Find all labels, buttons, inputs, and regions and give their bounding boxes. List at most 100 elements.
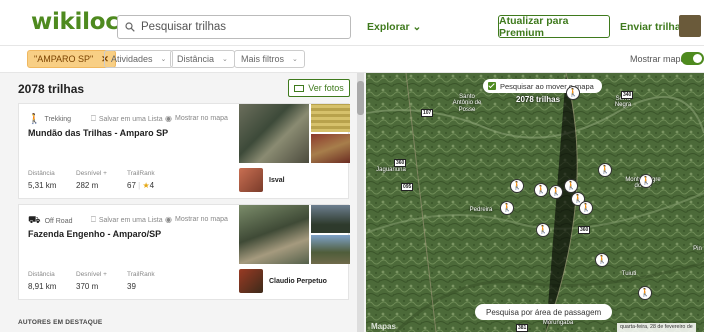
stat-value: 370 m [76, 282, 99, 291]
stat-value: 8,91 km [28, 282, 57, 291]
search-placeholder: Pesquisar trilhas [141, 21, 227, 33]
stat-value: 67 [127, 181, 136, 190]
road-number: 360 [578, 226, 591, 234]
view-photos-label: Ver fotos [308, 83, 344, 93]
activity-type-label: Trekking [44, 116, 72, 123]
explore-menu[interactable]: Explorar ⌄ [367, 21, 421, 33]
distance-filter[interactable]: Distância ⌄ [170, 50, 235, 68]
trail-photo[interactable] [311, 235, 350, 264]
elevation-stat: Desnível + 370 m [76, 271, 107, 291]
author[interactable]: Claudio Perpetuo [239, 269, 327, 293]
author-avatar [239, 269, 263, 293]
road-number: 340 [621, 91, 634, 99]
trail-photos[interactable] [239, 104, 350, 163]
trail-marker[interactable]: 🚶 [549, 185, 563, 199]
terrain-map[interactable] [366, 73, 704, 332]
area-search-button[interactable]: Pesquisa por área de passagem [475, 304, 613, 320]
activity-type: 🚶 Trekking [28, 114, 71, 125]
place-label: Jaguariúna [376, 167, 406, 173]
save-to-list-button[interactable]: ⎕ Salvar em uma Lista [91, 215, 163, 225]
author-name: Isval [269, 176, 285, 184]
trail-title[interactable]: Mundão das Trilhas - Amparo SP [28, 128, 168, 138]
place-label: Santo Antônio de Posse [452, 94, 482, 113]
search-on-move-label: Pesquisar ao mover o mapa [500, 81, 594, 91]
trail-photos[interactable] [239, 205, 350, 264]
trail-marker[interactable]: 🚶 [595, 253, 609, 267]
map-trail-count: 2078 trilhas [516, 95, 561, 104]
offroad-icon: ⛟ [28, 215, 41, 226]
distance-stat: Distância 8,91 km [28, 271, 56, 291]
stat-label: Distância [28, 170, 55, 177]
activities-filter[interactable]: Atividades ⌄ [104, 50, 174, 68]
stat-value: 5,31 km [28, 181, 57, 190]
trail-card[interactable]: ⛟ Off Road ⎕ Salvar em uma Lista ◉ Mostrar … [18, 204, 350, 300]
author[interactable]: Isval [239, 168, 285, 192]
trail-marker[interactable]: 🚶 [638, 286, 652, 300]
distance-filter-label: Distância [177, 54, 215, 64]
trail-marker[interactable]: 🚶 [639, 174, 653, 188]
list-scrollbar[interactable] [357, 73, 364, 332]
stat-label: TrailRank [127, 170, 155, 177]
trailrank-stat: TrailRank 39 [127, 271, 155, 291]
trail-marker[interactable]: 🚶 [534, 183, 548, 197]
save-to-list-button[interactable]: ⎕ Salvar em uma Lista [91, 114, 163, 124]
eye-icon: ◉ [165, 114, 172, 123]
more-filters[interactable]: Mais filtros ⌄ [234, 50, 305, 68]
stat-label: Desnível + [76, 170, 107, 177]
stat-value: 282 m [76, 181, 99, 190]
send-trails-link[interactable]: Enviar trilhas [620, 21, 687, 33]
view-photos-button[interactable]: Ver fotos [288, 79, 350, 97]
show-on-map-button[interactable]: ◉ Mostrar no mapa [165, 215, 228, 224]
rating-value: 4 [149, 181, 155, 190]
trail-marker[interactable]: 🚶 [500, 201, 514, 215]
eye-icon: ◉ [165, 215, 172, 224]
user-avatar[interactable] [679, 15, 701, 37]
show-on-map-button[interactable]: ◉ Mostrar no mapa [165, 114, 228, 123]
trail-photo[interactable] [311, 134, 350, 163]
map-date: quarta-feira, 28 de fevereiro de [617, 323, 696, 332]
search-input[interactable]: Pesquisar trilhas [117, 15, 351, 39]
premium-button[interactable]: Atualizar para Premium [498, 15, 610, 39]
stat-label: Desnível + [76, 271, 107, 278]
road-number: 381 [516, 324, 529, 332]
featured-authors-heading: AUTORES EM DESTAQUE [18, 319, 103, 326]
trail-count: 2078 trilhas [18, 82, 85, 96]
distance-stat: Distância 5,31 km [28, 170, 56, 190]
search-on-move-toggle[interactable]: Pesquisar ao mover o mapa [483, 79, 602, 93]
wikiloc-logo[interactable]: wikiloc [31, 9, 119, 35]
activities-filter-label: Atividades [111, 54, 153, 64]
trail-marker[interactable]: 🚶 [566, 86, 580, 100]
bookmark-icon: ⎕ [91, 114, 96, 123]
trail-marker[interactable]: 🚶 [510, 179, 524, 193]
show-map-toggle[interactable] [681, 52, 704, 65]
road-number: 360 [394, 159, 407, 167]
place-label: Tuiuti [621, 271, 637, 277]
trail-photo[interactable] [311, 205, 350, 233]
show-map-label: Mostrar mapa [630, 54, 686, 64]
show-on-map-label: Mostrar no mapa [174, 216, 228, 223]
trail-photo-map[interactable] [239, 104, 309, 163]
save-to-list-label: Salvar em uma Lista [98, 115, 163, 123]
top-header: wikiloc Pesquisar trilhas Explorar ⌄ Atu… [0, 0, 704, 46]
activity-type-label: Off Road [44, 218, 73, 225]
trailrank-stat: TrailRank 67 | ★4 [127, 170, 155, 190]
trail-title[interactable]: Fazenda Engenho - Amparo/SP [28, 229, 161, 239]
scrollbar-thumb[interactable] [357, 81, 364, 115]
trail-marker[interactable]: 🚶 [536, 223, 550, 237]
map-view[interactable]: Pesquisar ao mover o mapa 2078 trilhas S… [366, 73, 704, 332]
trail-photo[interactable] [311, 104, 350, 132]
trail-card[interactable]: 🚶 Trekking ⎕ Salvar em uma Lista ◉ Mostrar … [18, 103, 350, 199]
trail-photo[interactable] [239, 205, 309, 264]
location-filter-chip[interactable]: "AMPARO SP" ✕ [27, 50, 116, 68]
stat-value: 39 [127, 282, 136, 291]
checkbox-checked-icon [488, 82, 496, 90]
chevron-down-icon: ⌄ [160, 56, 167, 63]
place-label: Pedreira [469, 207, 493, 213]
stat-label: TrailRank [127, 271, 155, 278]
trail-marker[interactable]: 🚶 [579, 201, 593, 215]
place-label: Pin [693, 246, 702, 252]
trail-marker[interactable]: 🚶 [598, 163, 612, 177]
star-icon: ★ [142, 181, 150, 190]
trail-marker[interactable]: 🚶 [564, 179, 578, 193]
show-on-map-label: Mostrar no mapa [174, 115, 228, 122]
